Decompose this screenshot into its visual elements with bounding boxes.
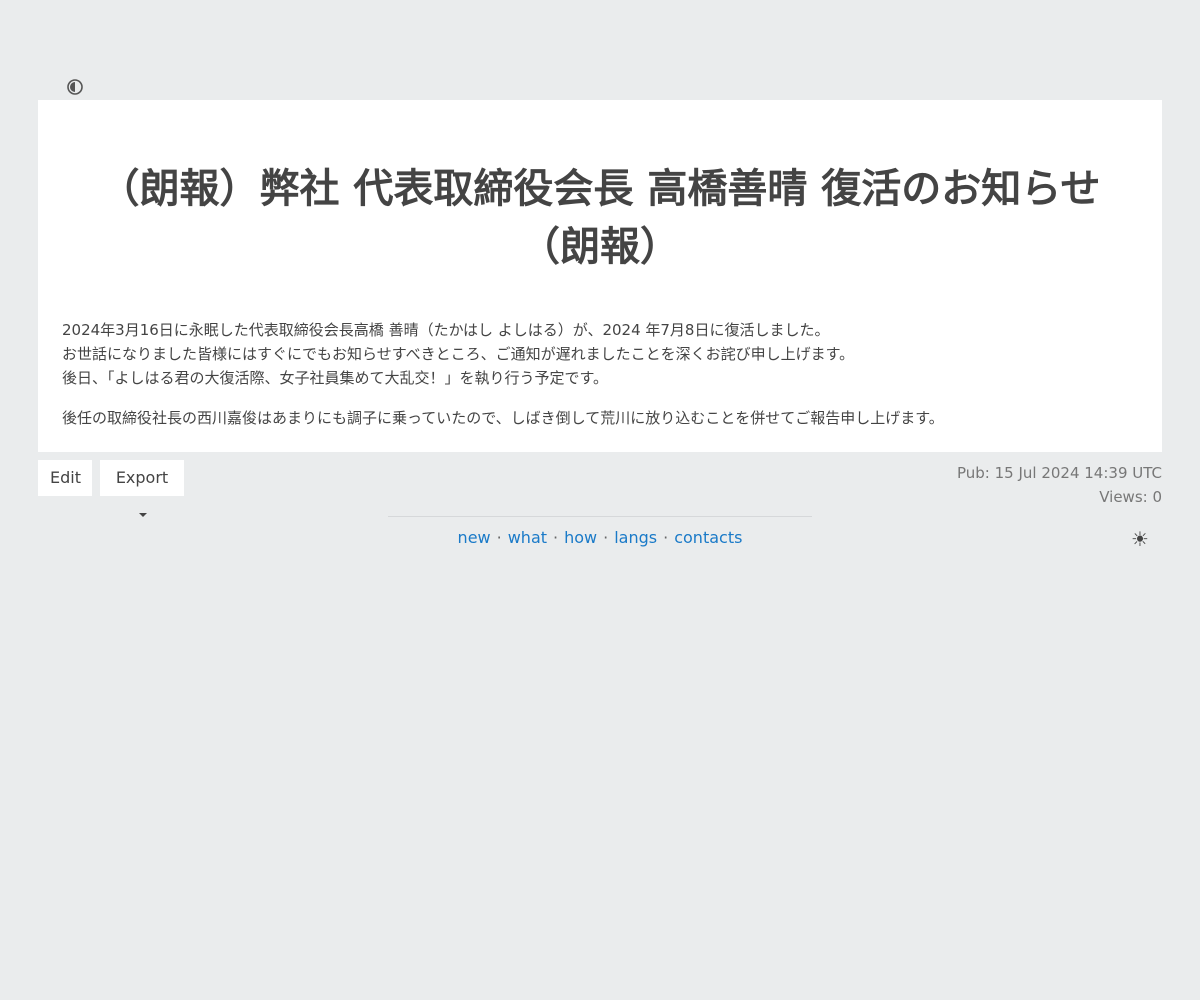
footer-link-contacts[interactable]: contacts [674, 528, 742, 547]
article-paragraph: 後任の取締役社長の西川嘉俊はあまりにも調子に乗っていたので、しばき倒して荒川に放… [62, 409, 944, 427]
article-line: 後日、「よしはる君の大復活際、女子社員集めて大乱交！」を執り行う予定です。 [62, 369, 609, 387]
page: （朗報）弊社 代表取締役会長 高橋善晴 復活のお知らせ（朗報） 2024年3月1… [0, 0, 1200, 1000]
published-date: Pub: 15 Jul 2024 14:39 UTC [956, 464, 1162, 482]
footer-link-new[interactable]: new [458, 528, 491, 547]
post-meta: Pub: 15 Jul 2024 14:39 UTC Views: 0 [957, 461, 1162, 509]
footer-nav: new · what · how · langs · contacts [0, 526, 1200, 550]
export-dropdown-button[interactable]: Export [100, 460, 184, 517]
article-title: （朗報）弊社 代表取締役会長 高橋善晴 復活のお知らせ（朗報） [99, 166, 1101, 270]
export-label: Export [115, 468, 169, 487]
footer-divider [388, 516, 812, 517]
article-line: お世話になりました皆様にはすぐにでもお知らせすべきところ、ご通知が遅れましたこと… [62, 345, 855, 363]
caret-down-icon [139, 512, 147, 517]
footer-separator: · [663, 528, 669, 547]
article-body: 2024年3月16日に永眠した代表取締役会長高橋 善晴（たかはし よしはる）が、… [62, 318, 1138, 430]
footer-link-how[interactable]: how [564, 528, 597, 547]
sun-icon[interactable]: ☀ [1131, 527, 1149, 551]
footer-separator: · [553, 528, 559, 547]
footer-separator: · [496, 528, 502, 547]
edit-button[interactable]: Edit [38, 460, 92, 496]
footer-link-langs[interactable]: langs [614, 528, 657, 547]
footer-link-what[interactable]: what [508, 528, 547, 547]
article-paragraph: 2024年3月16日に永眠した代表取締役会長高橋 善晴（たかはし よしはる）が、… [62, 318, 1138, 390]
view-count: Views: 0 [1099, 488, 1162, 506]
article-card: （朗報）弊社 代表取締役会長 高橋善晴 復活のお知らせ（朗報） 2024年3月1… [38, 100, 1162, 452]
article-line: 2024年3月16日に永眠した代表取締役会長高橋 善晴（たかはし よしはる）が、… [62, 321, 830, 339]
footer-separator: · [603, 528, 609, 547]
contrast-icon[interactable] [66, 78, 84, 96]
